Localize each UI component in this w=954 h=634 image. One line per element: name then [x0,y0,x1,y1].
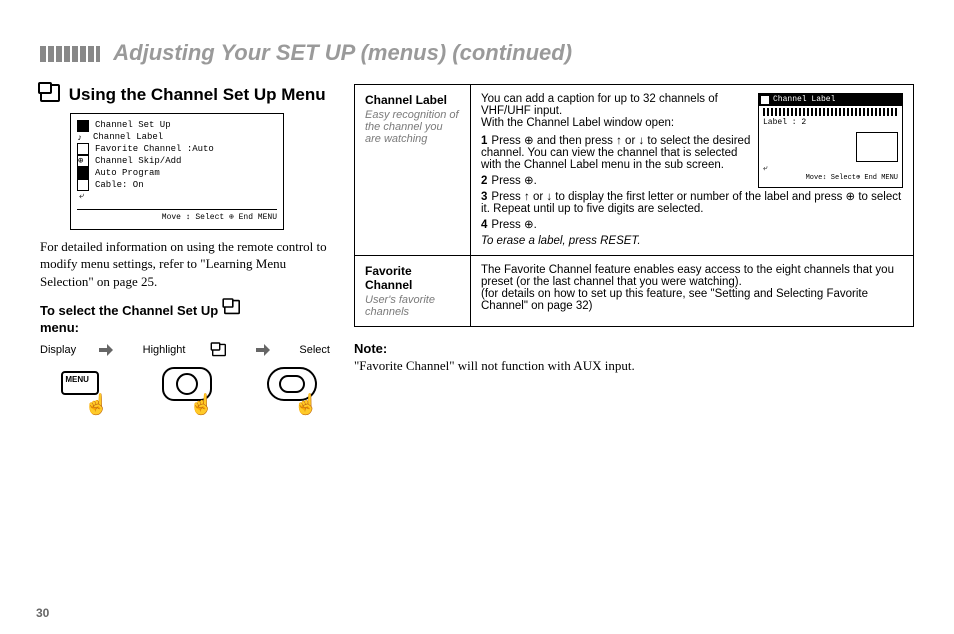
hand-icon: ☝ [294,395,319,415]
subheading-text: To select the Channel Set Up [40,303,218,318]
page-number: 30 [36,606,49,620]
osd-icon [77,167,89,179]
osd-icon [77,179,89,191]
remote-menu-button: ☝ [51,367,109,413]
step: 3Press ↑ or ↓ to display the first lette… [481,189,903,215]
osd-footer: Move ↕ Select ⊕ End MENU [77,209,277,223]
intro-text: You can add a caption for up to 32 chann… [481,93,753,117]
arrow-icon [256,344,276,356]
note-heading: Note: [354,341,914,356]
osd-item: Auto Program [95,168,160,179]
feature-desc-cell: Channel Label Label : 2 ⤶ Move↕ Select⊕ … [471,85,914,256]
feature-label-cell: Favorite Channel User's favorite channel… [355,256,471,327]
osd-icon [761,96,769,104]
step-text: Press ⊕. [491,219,536,231]
remote-select-button: ☝ [261,367,319,413]
osd-title: Channel Set Up [95,120,171,131]
feature-subtitle: Easy recognition of the channel you are … [365,109,460,145]
osd-item: Cable: On [95,180,144,191]
open-text: With the Channel Label window open: [481,117,753,129]
title-ornament-icon [40,46,100,62]
note-body: "Favorite Channel" will not function wit… [354,358,914,374]
paragraph: For detailed information on using the re… [40,238,330,291]
hand-icon: ☝ [189,395,214,415]
osd-channel-label: Channel Label Label : 2 ⤶ Move↕ Select⊕ … [758,93,903,188]
feature-table: Channel Label Easy recognition of the ch… [354,84,914,327]
tv-icon [224,300,240,314]
hand-icon: ☝ [84,395,109,415]
osd-icon: ⊕ [77,155,89,167]
page-title-text: Adjusting Your SET UP (menus) (continued… [113,40,572,65]
osd-main: Channel Set Up ♪ Channel Label Favorite … [70,113,284,230]
subheading: To select the Channel Set Up [40,298,330,318]
mini-osd-thumbnail [856,132,898,162]
note-icon: ♪ [77,133,87,143]
feature-name: Channel Label [365,93,460,107]
tv-icon [212,344,226,357]
osd-item: Channel Skip/Add [95,156,181,167]
arrow-icon [99,344,119,356]
osd-icon [77,143,89,155]
step-text: Press ↑ or ↓ to display the first letter… [481,191,901,215]
step: 4Press ⊕. [481,217,903,231]
mini-osd-title: Channel Label [773,95,835,105]
remote-dpad: ☝ [156,367,214,413]
osd-item: Channel Label [93,132,163,143]
fav-text-1: The Favorite Channel feature enables eas… [481,264,903,288]
mini-osd-footer: Move↕ Select⊕ End MENU [763,174,898,183]
mini-osd-label: Label : 2 [763,118,898,128]
section-heading-text: Using the Channel Set Up Menu [69,85,326,104]
left-column: Using the Channel Set Up Menu Channel Se… [40,84,330,413]
subheading-line2: menu: [40,320,330,335]
section-heading: Using the Channel Set Up Menu [40,84,330,105]
nav-select: Select [299,344,330,356]
return-icon: ⤶ [79,191,84,202]
step-text: Press ⊕ and then press ↑ or ↓ to select … [481,135,750,171]
osd-item: Favorite Channel :Auto [95,144,214,155]
remote-illustrations: ☝ ☝ ☝ [40,367,330,413]
feature-name: Favorite Channel [365,264,460,292]
erase-note: To erase a label, press RESET. [481,235,903,247]
return-icon: ⤶ [763,164,898,174]
nav-row: Display Highlight Select [40,341,330,359]
feature-subtitle: User's favorite channels [365,294,460,318]
feature-desc-cell: The Favorite Channel feature enables eas… [471,256,914,327]
tv-icon [40,84,60,102]
mini-osd-bar [763,108,898,116]
osd-icon [77,120,89,132]
nav-display: Display [40,344,76,356]
nav-highlight: Highlight [143,344,186,356]
right-column: Channel Label Easy recognition of the ch… [354,84,914,413]
step-text: Press ⊕. [491,175,536,187]
feature-label-cell: Channel Label Easy recognition of the ch… [355,85,471,256]
fav-text-2: (for details on how to set up this featu… [481,288,903,312]
page-title: Adjusting Your SET UP (menus) (continued… [40,40,914,66]
